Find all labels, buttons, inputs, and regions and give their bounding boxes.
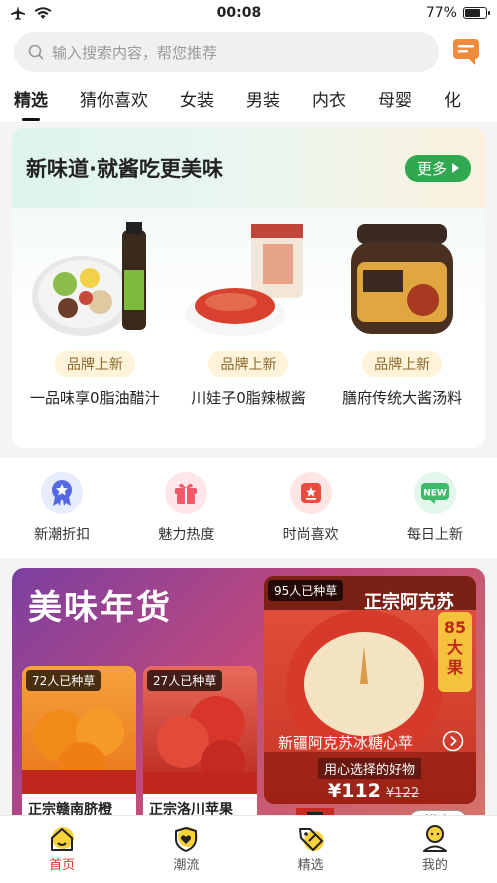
nav-label: 潮流	[173, 858, 200, 873]
quick-link-label: 每日上新	[406, 527, 463, 543]
quick-links: 新潮折扣 魅力热度 时尚喜欢 NEW 每日上新	[0, 458, 497, 558]
product-badge: 品牌上新	[208, 351, 289, 377]
app-screen: 00:08 77% 输入搜索内容，帮您推荐 精选 猜你喜欢 女装 男装 内衣 母婴 化 新味…	[0, 0, 497, 883]
product-image-chili-sauce	[185, 224, 304, 336]
product-name: 川娃子0脂辣椒酱	[191, 389, 306, 407]
category-tabs: 精选 猜你喜欢 女装 男装 内衣 母婴 化	[14, 74, 483, 122]
quick-link-label: 时尚喜欢	[282, 527, 339, 543]
promo-title: 新味道·就酱吃更美味	[26, 157, 223, 181]
product-badge: 品牌上新	[362, 351, 443, 377]
airplane-icon	[11, 6, 25, 20]
bottom-nav: 首页 潮流 精选 我的	[0, 815, 497, 883]
search-input[interactable]: 输入搜索内容，帮您推荐	[14, 32, 439, 72]
product-item[interactable]: 品牌上新 川娃子0脂辣椒酱	[178, 218, 318, 408]
big-card-corner-label: 85大果	[443, 618, 467, 677]
search-icon	[28, 44, 44, 60]
wifi-icon	[34, 6, 52, 19]
medal-icon	[41, 472, 84, 514]
quick-link-label: 新潮折扣	[34, 527, 91, 543]
tab-item[interactable]: 男装	[246, 86, 280, 111]
product-item[interactable]: 品牌上新 一品味享0脂油醋汁	[25, 218, 165, 408]
product-item[interactable]: 品牌上新 膳府传统大酱汤料	[332, 218, 472, 408]
quick-link-daily-new[interactable]: NEW 每日上新	[380, 472, 490, 544]
quick-link-label: 魅力热度	[158, 527, 215, 543]
promo-card[interactable]: 新味道·就酱吃更美味 更多 品牌上新 一品味享0脂油醋汁 品牌上新 川娃子0脂辣…	[12, 128, 485, 448]
heart-shield-icon	[175, 827, 199, 852]
chevron-right-circle-icon[interactable]	[442, 730, 464, 752]
star-box-icon	[289, 472, 332, 514]
home-icon	[51, 827, 75, 851]
status-bar: 00:08 77%	[0, 0, 497, 26]
user-icon	[422, 825, 447, 852]
nav-label: 精选	[297, 858, 324, 873]
feature-card-orange[interactable]: 72人已种草 正宗赣南脐橙	[22, 666, 136, 826]
big-card-name: 新疆阿克苏冰糖心苹	[278, 734, 414, 752]
nav-label: 首页	[49, 858, 76, 873]
search-placeholder: 输入搜索内容，帮您推荐	[52, 43, 218, 62]
feature-banner[interactable]: 美味年货 72人已种草 正宗赣南脐橙 27人已种草 正宗洛川苹果 95人已种草 …	[12, 568, 485, 838]
battery-percent: 77%	[425, 5, 457, 21]
message-icon[interactable]	[451, 37, 483, 67]
tab-item[interactable]: 内衣	[312, 86, 346, 111]
product-list: 品牌上新 一品味享0脂油醋汁 品牌上新 川娃子0脂辣椒酱 品牌上新 膳府传统大酱…	[12, 208, 485, 408]
big-card-banner: 正宗阿克苏	[364, 592, 454, 613]
big-card-subtitle: 用心选择的好物	[318, 758, 422, 779]
quick-link-charm-heat[interactable]: 魅力热度	[131, 472, 241, 544]
tab-item[interactable]: 猜你喜欢	[80, 86, 148, 111]
header: 输入搜索内容，帮您推荐 精选 猜你喜欢 女装 男装 内衣 母婴 化	[0, 26, 497, 122]
nav-label: 我的	[421, 858, 448, 873]
feature-card-apple[interactable]: 27人已种草 正宗洛川苹果	[143, 666, 257, 826]
more-label: 更多	[416, 159, 447, 178]
nav-profile[interactable]: 我的	[390, 824, 480, 883]
feature-card-big[interactable]: 95人已种草 正宗阿克苏 85大果 新疆阿克苏冰糖心苹 用心选择的好物 ¥112…	[264, 576, 476, 804]
seed-count-badge: 95人已种草	[268, 580, 344, 601]
gift-icon	[165, 472, 208, 514]
nav-home[interactable]: 首页	[17, 824, 107, 883]
tab-item[interactable]: 化	[444, 86, 461, 111]
product-badge: 品牌上新	[54, 351, 135, 377]
play-arrow-icon	[452, 163, 459, 173]
more-button[interactable]: 更多	[404, 154, 471, 182]
tab-item[interactable]: 精选	[14, 86, 48, 121]
quick-link-new-discount[interactable]: 新潮折扣	[7, 472, 117, 544]
product-name: 膳府传统大酱汤料	[342, 389, 463, 407]
new-icon: NEW	[413, 472, 456, 514]
big-card-original-price: ¥122	[386, 786, 420, 801]
nav-featured[interactable]: 精选	[266, 824, 356, 883]
battery-icon	[462, 7, 490, 19]
svg-text:NEW: NEW	[423, 489, 447, 499]
seed-count-badge: 27人已种草	[147, 670, 223, 691]
tab-item[interactable]: 女装	[180, 86, 214, 111]
big-card-price: ¥112	[328, 780, 381, 802]
nav-trend[interactable]: 潮流	[141, 824, 231, 883]
tab-item[interactable]: 母婴	[378, 86, 412, 111]
product-image-soybean-paste	[351, 224, 454, 334]
feature-title: 美味年货	[28, 588, 172, 628]
product-name: 一品味享0脂油醋汁	[30, 389, 160, 407]
status-time: 00:08	[216, 5, 262, 21]
tag-icon	[298, 828, 324, 851]
quick-link-fashion-like[interactable]: 时尚喜欢	[256, 472, 366, 544]
seed-count-badge: 72人已种草	[26, 670, 102, 691]
product-image-salad-dressing	[31, 222, 146, 336]
